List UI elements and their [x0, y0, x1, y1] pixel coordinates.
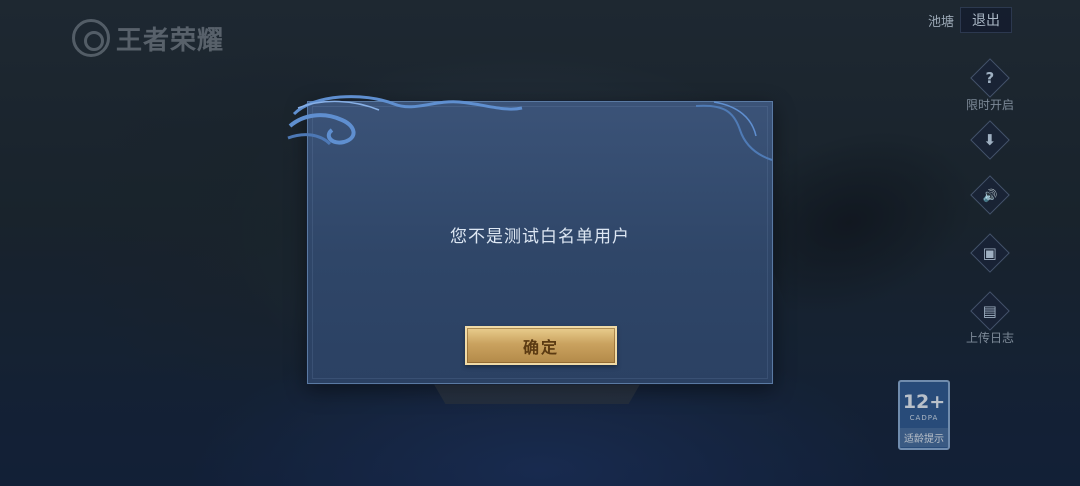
age-rating-org: CADPA: [909, 414, 939, 422]
top-right-controls: 池塘 退出: [928, 7, 1012, 33]
game-logo: 王者荣耀: [72, 18, 224, 58]
speaker-icon: 🔊: [970, 175, 1010, 215]
age-rating: 12+: [902, 391, 946, 413]
side-item-limited-time[interactable]: ? 限时开启: [965, 58, 1015, 113]
side-item-label: 上传日志: [965, 331, 1014, 345]
pool-label: 池塘: [927, 14, 954, 30]
alert-dialog: 您不是测试白名单用户 确定: [287, 95, 773, 384]
side-item-download[interactable]: ⬇: [965, 120, 1015, 160]
download-icon: ⬇: [970, 120, 1010, 160]
dialog-corner-ornament-icon: [695, 101, 773, 161]
age-rating-badge[interactable]: 12+ CADPA 适龄提示: [898, 380, 950, 450]
logo-emblem-icon: [72, 19, 110, 57]
age-tip-label: 适龄提示: [900, 428, 948, 447]
side-item-label: 限时开启: [965, 98, 1014, 112]
logo-text: 王者荣耀: [116, 25, 225, 56]
dialog-message: 您不是测试白名单用户: [450, 227, 630, 247]
logout-button[interactable]: 退出: [960, 7, 1012, 33]
device-icon: ▣: [970, 233, 1010, 273]
side-item-upload-log[interactable]: ▤ 上传日志: [955, 291, 1025, 346]
confirm-button[interactable]: 确定: [465, 326, 617, 365]
side-item-device[interactable]: ▣: [965, 233, 1015, 273]
side-item-sound[interactable]: 🔊: [965, 175, 1015, 215]
game-login-screen: 王者荣耀 池塘 退出 ? 限时开启 ⬇ 🔊 ▣ ▤ 上传日志 12+ CADPA…: [0, 0, 1080, 486]
question-icon: ?: [970, 58, 1010, 98]
dialog-ornament-icon: [287, 95, 523, 146]
log-upload-icon: ▤: [970, 291, 1010, 331]
